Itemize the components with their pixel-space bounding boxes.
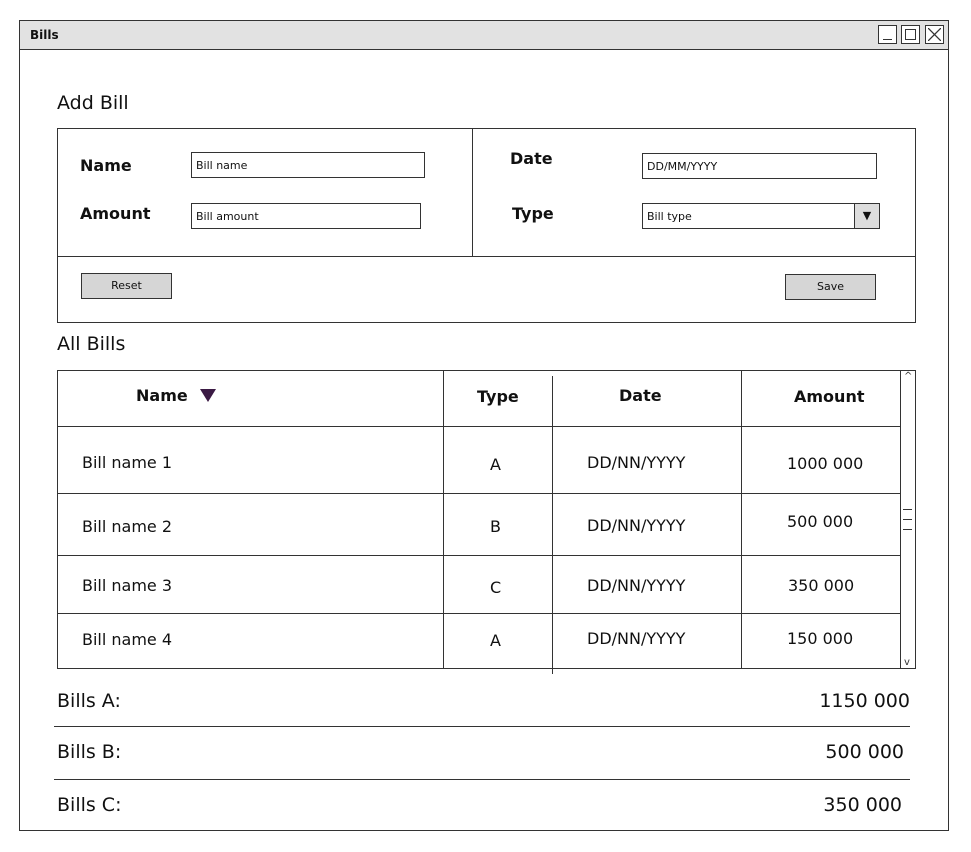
cell-date: DD/NN/YYYY	[587, 516, 686, 535]
row-divider	[58, 555, 900, 557]
column-divider	[741, 371, 743, 668]
column-header-type[interactable]: Type	[477, 387, 519, 406]
summary-value-b: 500 000	[825, 741, 904, 763]
add-bill-title: Add Bill	[57, 92, 129, 114]
bill-type-select[interactable]: Bill type ▼	[642, 203, 880, 229]
row-divider	[58, 613, 900, 615]
cell-date: DD/NN/YYYY	[587, 453, 686, 472]
cell-name: Bill name 4	[82, 630, 173, 649]
summary-divider	[54, 726, 910, 728]
name-label: Name	[80, 156, 132, 175]
table-scrollbar[interactable]: ^ v	[900, 371, 915, 668]
column-header-name[interactable]: Name	[136, 386, 216, 405]
cell-date: DD/NN/YYYY	[587, 629, 686, 648]
maximize-button[interactable]	[901, 25, 920, 44]
close-icon	[928, 28, 941, 41]
dropdown-arrow-icon[interactable]: ▼	[854, 204, 879, 228]
reset-button[interactable]: Reset	[81, 273, 172, 299]
date-label: Date	[510, 149, 553, 168]
cell-name: Bill name 2	[82, 517, 173, 536]
all-bills-title: All Bills	[57, 333, 126, 355]
cell-type: B	[490, 517, 501, 536]
bill-name-input[interactable]: Bill name	[191, 152, 425, 178]
cell-name: Bill name 1	[82, 453, 173, 472]
row-divider	[58, 426, 900, 428]
summary-label-a: Bills A:	[57, 690, 121, 712]
row-divider	[58, 493, 900, 495]
scroll-grip-icon[interactable]	[903, 509, 912, 531]
column-header-label: Name	[136, 386, 188, 405]
column-divider	[443, 371, 445, 668]
summary-label-b: Bills B:	[57, 741, 122, 763]
summary-divider	[54, 779, 910, 781]
save-button[interactable]: Save	[785, 274, 876, 300]
window-title: Bills	[30, 28, 59, 42]
cell-type: A	[490, 455, 501, 474]
column-header-date[interactable]: Date	[619, 386, 662, 405]
cell-type: A	[490, 631, 501, 650]
type-label: Type	[512, 204, 554, 223]
cell-amount: 150 000	[787, 629, 854, 648]
summary-value-a: 1150 000	[819, 690, 910, 712]
date-input[interactable]: DD/MM/YYYY	[642, 153, 877, 179]
cell-type: C	[490, 578, 502, 597]
amount-label: Amount	[80, 204, 151, 223]
summary-value-c: 350 000	[823, 794, 902, 816]
bill-amount-input[interactable]: Bill amount	[191, 203, 421, 229]
form-divider	[58, 256, 915, 258]
add-bill-form: Name Bill name Amount Bill amount Date D…	[57, 128, 916, 323]
summary-label-c: Bills C:	[57, 794, 122, 816]
scroll-up-icon[interactable]: ^	[904, 371, 912, 382]
bills-table: Name Type Date Amount Bill name 1 A DD/N…	[57, 370, 916, 674]
cell-name: Bill name 3	[82, 576, 173, 595]
cell-amount: 500 000	[787, 512, 854, 531]
sort-descending-icon[interactable]	[199, 389, 216, 402]
title-bar: Bills	[20, 21, 948, 50]
cell-amount: 350 000	[788, 576, 855, 595]
form-divider	[472, 129, 474, 257]
minimize-button[interactable]	[878, 25, 897, 44]
cell-amount: 1000 000	[787, 454, 864, 473]
scroll-down-icon[interactable]: v	[904, 657, 910, 668]
bill-type-value: Bill type	[647, 210, 692, 223]
close-button[interactable]	[925, 25, 944, 44]
cell-date: DD/NN/YYYY	[587, 576, 686, 595]
column-divider	[552, 376, 554, 674]
column-header-amount[interactable]: Amount	[794, 387, 864, 406]
